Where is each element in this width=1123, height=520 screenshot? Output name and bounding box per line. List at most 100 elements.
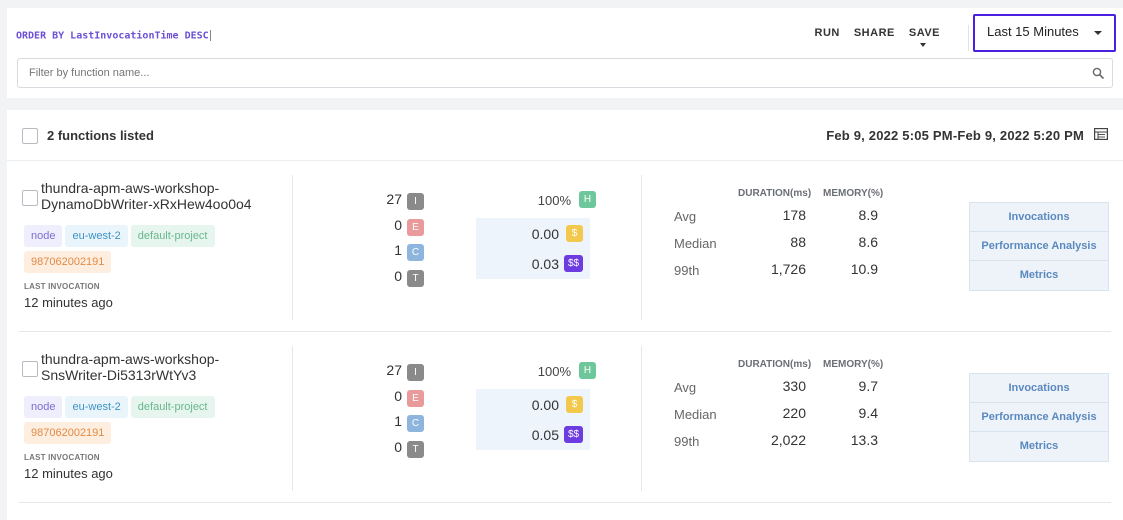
list-header: 2 functions listed Feb 9, 2022 5:05 PM-F… <box>7 110 1123 161</box>
query-text[interactable]: ORDER BY LastInvocationTime DESC <box>16 31 209 42</box>
stat-row-99th: 99th 1,726 10.9 <box>674 258 894 285</box>
duration-value: 2,022 <box>770 432 806 448</box>
invocations-badge: I <box>407 193 424 210</box>
errors-count-value: 0 <box>394 387 402 404</box>
errors-badge: E <box>407 389 424 407</box>
invocations-count: 27 I <box>374 362 424 388</box>
chevron-down-icon <box>920 43 927 47</box>
last-invocation-value: 12 minutes ago <box>24 466 113 481</box>
cost-badge: $ <box>566 396 583 413</box>
function-tags: node eu-west-2 default-project 987062002191 <box>24 225 244 277</box>
stat-row-median: Median 220 9.4 <box>674 402 894 429</box>
memory-header: MEMORY(%) <box>823 359 884 370</box>
query-toolbar: RUN SHARE SAVE <box>808 27 948 47</box>
runtime-tag[interactable]: node <box>24 396 63 418</box>
save-button[interactable]: SAVE <box>902 27 947 47</box>
project-tag[interactable]: default-project <box>130 396 215 418</box>
invocations-count: 27 I <box>374 191 424 217</box>
invocation-counts: 27 I 0E 1C 0T <box>374 362 424 464</box>
timeouts-badge: T <box>407 440 424 458</box>
duration-value: 88 <box>790 234 806 250</box>
cost-box: 0.00 $ 0.03 $$ <box>476 218 590 279</box>
timeouts-badge: T <box>407 269 424 287</box>
table-view-icon[interactable] <box>1094 128 1108 140</box>
cost-box: 0.00 $ 0.05 $$ <box>476 389 590 450</box>
metrics-link[interactable]: Metrics <box>970 432 1108 461</box>
function-name-line1: thundra-apm-aws-workshop- <box>41 351 220 367</box>
toolbar-divider <box>968 25 969 51</box>
stat-label: 99th <box>674 434 700 449</box>
time-range-select[interactable]: Last 15 Minutes <box>973 14 1116 52</box>
stat-label: Avg <box>674 209 697 224</box>
timeouts-count: 0T <box>374 268 424 294</box>
memory-value: 13.3 <box>850 432 878 448</box>
invocations-link[interactable]: Invocations <box>970 374 1108 403</box>
select-all-checkbox[interactable] <box>22 128 38 144</box>
column-divider <box>641 175 642 320</box>
time-range-value: Last 15 Minutes <box>987 24 1079 39</box>
memory-value: 9.4 <box>858 405 878 421</box>
performance-analysis-link[interactable]: Performance Analysis <box>970 403 1108 432</box>
function-row: thundra-apm-aws-workshop- DynamoDbWriter… <box>19 161 1111 332</box>
memory-value: 9.7 <box>858 378 878 394</box>
timeouts-count: 0T <box>374 439 424 465</box>
invocations-count-value: 27 <box>386 362 402 378</box>
duration-value: 220 <box>782 405 806 421</box>
health-indicator: 100% H <box>488 362 602 384</box>
stat-row-avg: Avg 330 9.7 <box>674 375 894 402</box>
invocations-link[interactable]: Invocations <box>970 203 1108 232</box>
function-name[interactable]: thundra-apm-aws-workshop- SnsWriter-Di53… <box>41 351 219 383</box>
search-icon[interactable] <box>1092 67 1104 79</box>
text-cursor <box>209 30 211 41</box>
function-name-line1: thundra-apm-aws-workshop- <box>41 180 220 196</box>
estimated-cost-value: 0.03 <box>531 256 559 272</box>
stat-label: Median <box>674 236 717 251</box>
duration-value: 1,726 <box>770 261 806 277</box>
function-name[interactable]: thundra-apm-aws-workshop- DynamoDbWriter… <box>41 180 252 212</box>
query-editor[interactable]: ORDER BY LastInvocationTime DESC <box>16 30 211 42</box>
function-name-line2: DynamoDbWriter-xRxHew4oo0o4 <box>41 196 252 212</box>
share-button[interactable]: SHARE <box>847 27 902 39</box>
health-value: 100% <box>537 193 571 208</box>
cost-badge: $ <box>566 225 583 242</box>
stat-row-99th: 99th 2,022 13.3 <box>674 429 894 456</box>
estimated-cost-badge: $$ <box>564 255 583 272</box>
duration-memory-stats: DURATION(ms) MEMORY(%) Avg 178 8.9 Median 88… <box>674 188 894 285</box>
health-value: 100% <box>537 364 571 379</box>
timeouts-count-value: 0 <box>394 267 402 284</box>
cold-starts-count-value: 1 <box>394 242 402 258</box>
stat-label: Avg <box>674 380 697 395</box>
chevron-down-icon <box>1094 31 1102 35</box>
errors-count-value: 0 <box>394 216 402 233</box>
function-name-line2: SnsWriter-Di5313rWtYv3 <box>41 367 197 383</box>
memory-value: 8.6 <box>858 234 878 250</box>
functions-count: 2 functions listed <box>47 128 154 143</box>
cold-starts-count: 1C <box>374 242 424 268</box>
function-checkbox[interactable] <box>22 361 38 377</box>
stat-row-avg: Avg 178 8.9 <box>674 204 894 231</box>
region-tag[interactable]: eu-west-2 <box>65 225 128 247</box>
last-invocation-label: LAST INVOCATION <box>24 453 100 462</box>
region-tag[interactable]: eu-west-2 <box>65 396 128 418</box>
account-tag[interactable]: 987062002191 <box>24 251 112 273</box>
function-list-panel: 2 functions listed Feb 9, 2022 5:05 PM-F… <box>7 110 1123 520</box>
errors-badge: E <box>407 218 424 236</box>
performance-analysis-link[interactable]: Performance Analysis <box>970 232 1108 261</box>
memory-value: 10.9 <box>850 261 878 277</box>
run-button[interactable]: RUN <box>808 27 847 39</box>
duration-header: DURATION(ms) <box>738 359 812 370</box>
duration-value: 178 <box>782 207 806 223</box>
memory-header: MEMORY(%) <box>823 188 884 199</box>
date-range-label: Feb 9, 2022 5:05 PM-Feb 9, 2022 5:20 PM <box>826 128 1084 143</box>
metrics-link[interactable]: Metrics <box>970 261 1108 290</box>
estimated-cost-badge: $$ <box>564 426 583 443</box>
runtime-tag[interactable]: node <box>24 225 63 247</box>
project-tag[interactable]: default-project <box>130 225 215 247</box>
cold-starts-badge: C <box>407 415 424 432</box>
errors-count: 0E <box>374 388 424 414</box>
memory-value: 8.9 <box>858 207 878 223</box>
filter-input[interactable] <box>17 58 1113 88</box>
function-checkbox[interactable] <box>22 190 38 206</box>
stat-label: 99th <box>674 263 700 278</box>
account-tag[interactable]: 987062002191 <box>24 422 112 444</box>
